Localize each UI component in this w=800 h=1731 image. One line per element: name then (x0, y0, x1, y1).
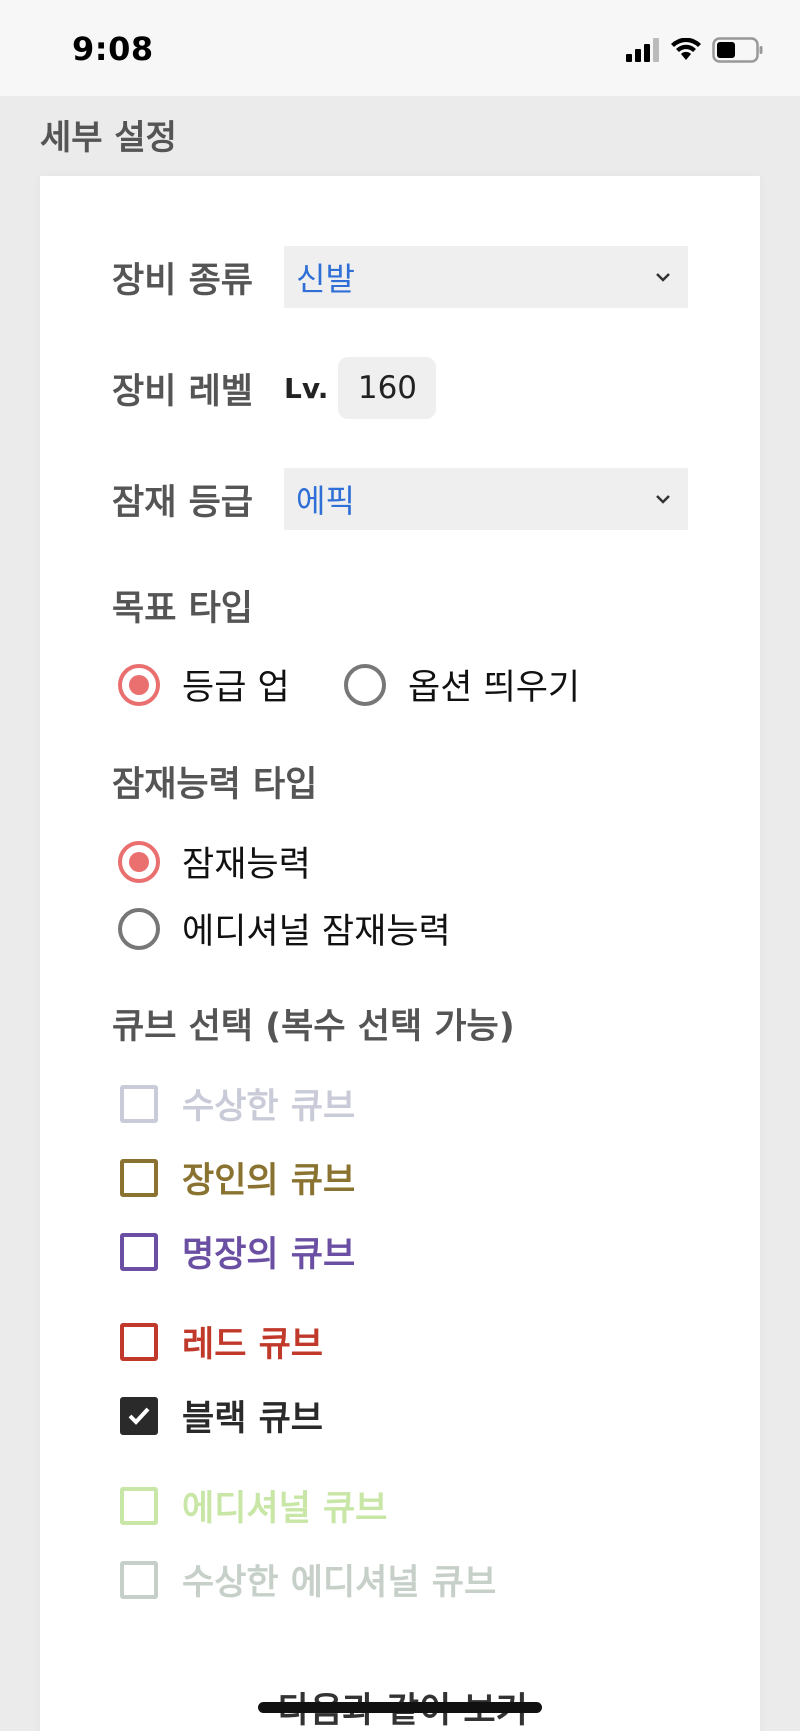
potential-grade-row: 잠재 등급 에픽 (112, 468, 688, 530)
radio-button[interactable] (118, 663, 160, 706)
equipment-level-row: 장비 레벨 Lv. 160 (112, 357, 437, 419)
settings-card: 장비 종류 신발 장비 레벨 Lv. 160 잠재 등급 에픽 목표 타입 등급… (40, 176, 760, 1731)
signal-icon (626, 38, 659, 62)
status-bar: 9:08 (0, 0, 800, 96)
battery-icon (712, 37, 763, 63)
potential-type-option-additional[interactable]: 에디셔널 잠재능력 (118, 903, 451, 954)
equipment-type-label: 장비 종류 (112, 260, 253, 301)
cube-option[interactable]: 장인의 큐브 (120, 1152, 355, 1203)
cube-option[interactable]: 수상한 큐브 (120, 1078, 355, 1129)
potential-type-option-label: 잠재능력 (182, 845, 311, 885)
level-prefix: Lv. (284, 371, 329, 405)
cube-option[interactable]: 수상한 에디셔널 큐브 (120, 1554, 496, 1605)
radio-button[interactable] (118, 907, 160, 950)
checkbox[interactable] (120, 1560, 158, 1599)
checkbox[interactable] (120, 1084, 158, 1123)
potential-grade-select[interactable]: 에픽 (284, 468, 688, 530)
cube-label: 수상한 큐브 (182, 1087, 356, 1127)
checkbox[interactable] (120, 1158, 158, 1197)
potential-grade-value: 에픽 (296, 482, 355, 520)
cube-option[interactable]: 블랙 큐브 (120, 1390, 323, 1441)
cube-select-title: 큐브 선택 (복수 선택 가능) (112, 1007, 515, 1047)
potential-type-title: 잠재능력 타입 (112, 765, 318, 805)
cube-label: 레드 큐브 (182, 1325, 323, 1365)
status-icons (626, 34, 764, 66)
status-time: 9:08 (72, 30, 154, 68)
cube-label: 에디셔널 큐브 (182, 1489, 388, 1529)
section-title: 세부 설정 (40, 118, 177, 158)
home-indicator (258, 1702, 542, 1713)
goal-type-option-label: 옵션 띄우기 (408, 668, 581, 708)
cube-option[interactable]: 레드 큐브 (120, 1316, 323, 1367)
cube-label: 명장의 큐브 (182, 1235, 356, 1275)
potential-grade-label: 잠재 등급 (112, 482, 253, 523)
potential-type-option-potential[interactable]: 잠재능력 (118, 836, 311, 887)
equipment-type-value: 신발 (296, 260, 355, 298)
equipment-type-row: 장비 종류 신발 (112, 246, 688, 308)
radio-button[interactable] (344, 663, 386, 706)
checkbox[interactable] (120, 1486, 158, 1525)
goal-type-title: 목표 타입 (112, 589, 253, 629)
level-input[interactable]: 160 (338, 357, 437, 419)
equipment-level-label: 장비 레벨 (112, 371, 253, 412)
cube-label: 블랙 큐브 (182, 1399, 323, 1439)
wifi-icon (671, 38, 701, 60)
cube-option[interactable]: 에디셔널 큐브 (120, 1480, 387, 1531)
cube-label: 장인의 큐브 (182, 1161, 356, 1201)
potential-type-option-label: 에디셔널 잠재능력 (182, 912, 451, 952)
equipment-type-select[interactable]: 신발 (284, 246, 688, 308)
goal-type-option-grade-up[interactable]: 등급 업 (118, 659, 290, 710)
checkmark-icon (128, 1407, 150, 1425)
goal-type-option-label: 등급 업 (182, 668, 290, 708)
cube-label: 수상한 에디셔널 큐브 (182, 1563, 497, 1603)
goal-type-option-reroll[interactable]: 옵션 띄우기 (344, 659, 580, 710)
checkbox[interactable] (120, 1232, 158, 1271)
radio-button[interactable] (118, 840, 160, 883)
chevron-down-icon (656, 273, 670, 282)
chevron-down-icon (656, 495, 670, 504)
checkbox[interactable] (120, 1322, 158, 1361)
checkbox[interactable] (120, 1396, 158, 1435)
cube-option[interactable]: 명장의 큐브 (120, 1226, 355, 1277)
